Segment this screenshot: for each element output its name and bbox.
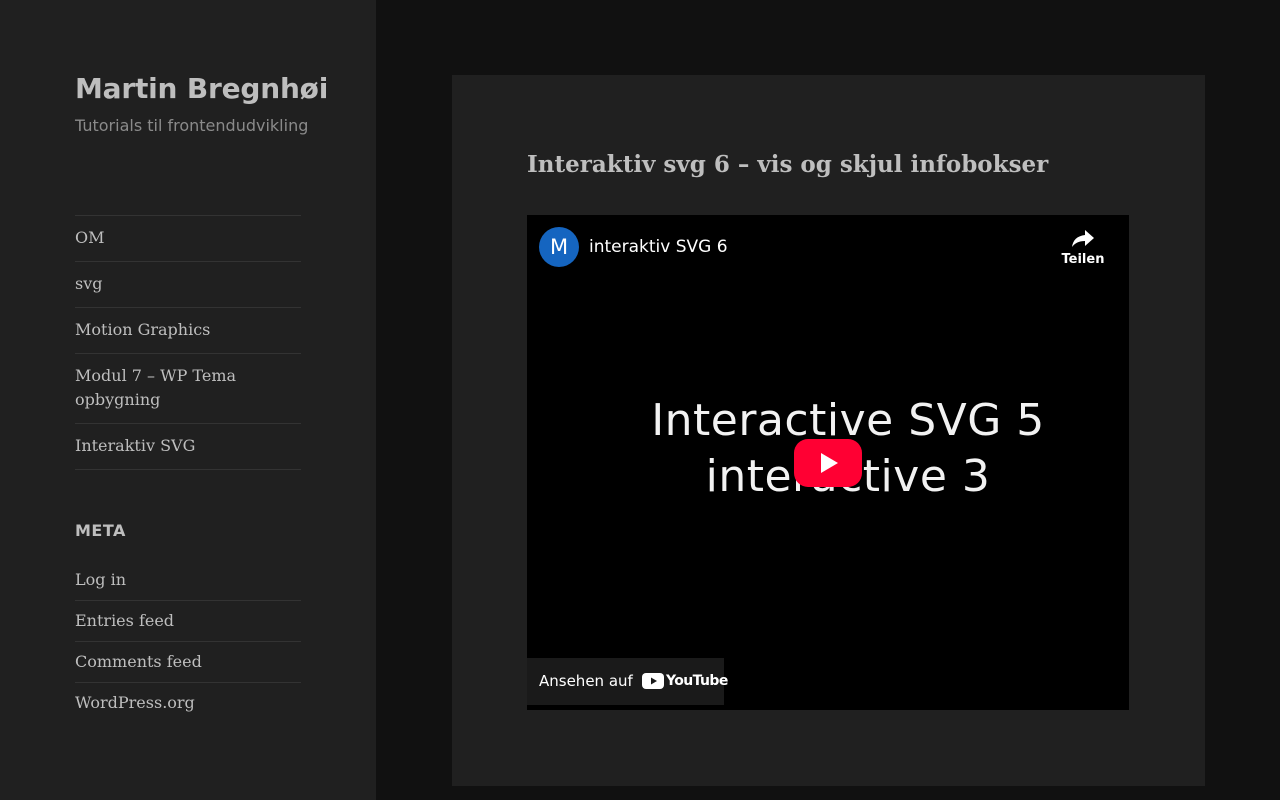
youtube-logo: YouTube [642,673,728,689]
share-label: Teilen [1061,252,1105,267]
meta-widget-title: META [75,521,126,540]
youtube-embed[interactable]: M interaktiv SVG 6 Teilen Interactive SV… [527,215,1129,710]
sidebar: Martin Bregnhøi Tutorials til frontendud… [0,0,376,800]
youtube-wordmark: YouTube [666,673,728,689]
share-button[interactable]: Teilen [1057,227,1109,267]
watch-on-youtube-button[interactable]: Ansehen auf YouTube [527,658,728,705]
menu-item-svg[interactable]: svg [75,262,301,308]
site-title[interactable]: Martin Bregnhøi [75,72,328,105]
youtube-logo-icon [642,673,664,689]
menu-item-modul-7[interactable]: Modul 7 – WP Tema opbygning [75,354,301,424]
play-icon [794,439,862,487]
video-title[interactable]: interaktiv SVG 6 [589,237,728,257]
share-icon [1072,230,1094,247]
site-description: Tutorials til frontendudvikling [75,116,309,135]
play-button[interactable] [794,439,862,487]
article-title[interactable]: Interaktiv svg 6 – vis og skjul infoboks… [527,151,1048,178]
menu-item-motion-graphics[interactable]: Motion Graphics [75,308,301,354]
channel-avatar[interactable]: M [539,227,579,267]
meta-link-wordpress-org[interactable]: WordPress.org [75,692,301,723]
menu-item-om[interactable]: OM [75,216,301,262]
meta-link-login[interactable]: Log in [75,569,301,601]
watch-on-label: Ansehen auf [539,672,633,690]
meta-link-entries-feed[interactable]: Entries feed [75,610,301,642]
main-menu: OM svg Motion Graphics Modul 7 – WP Tema… [75,215,301,470]
meta-links: Log in Entries feed Comments feed WordPr… [75,569,301,732]
menu-item-interaktiv-svg[interactable]: Interaktiv SVG [75,424,301,470]
article: Interaktiv svg 6 – vis og skjul infoboks… [452,75,1205,786]
meta-link-comments-feed[interactable]: Comments feed [75,651,301,683]
